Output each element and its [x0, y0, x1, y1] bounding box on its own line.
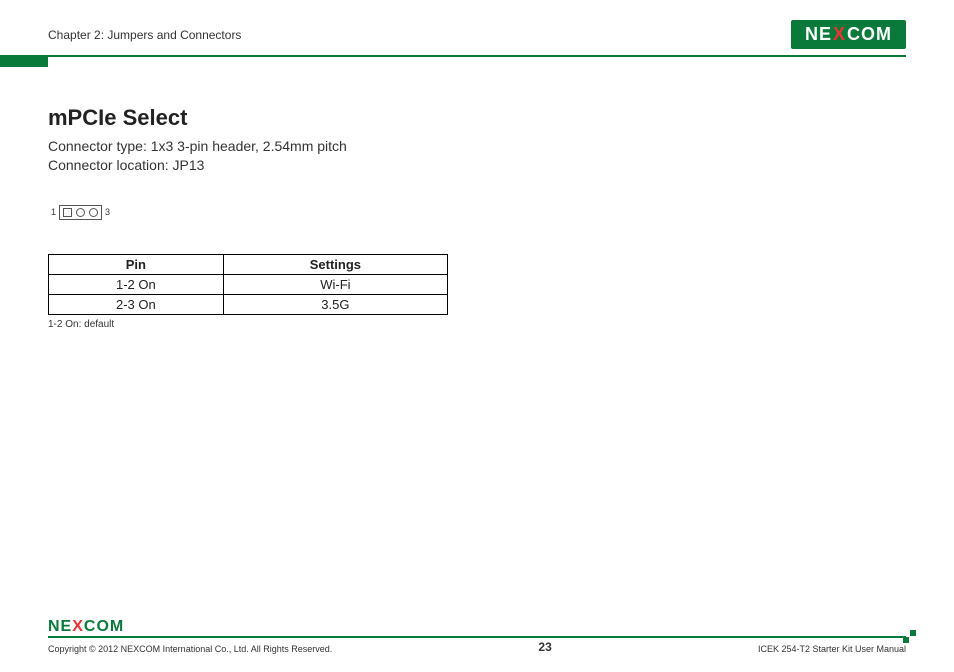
brand-text-pre: NE	[48, 618, 72, 636]
jumper-diagram: 1 3	[48, 205, 113, 220]
footer-rule	[48, 636, 906, 638]
jumper-pin3-icon	[89, 208, 98, 217]
footer-brand-logo: NEXCOM	[48, 618, 124, 636]
jumper-pin-left-label: 1	[51, 207, 56, 217]
jumper-pin1-icon	[63, 208, 72, 217]
header-rule	[48, 55, 906, 57]
brand-text-pre: NE	[805, 24, 832, 45]
cell-setting: 3.5G	[223, 295, 447, 315]
brand-text-post: COM	[84, 618, 124, 636]
brand-text-post: COM	[847, 24, 892, 45]
section-title: mPCIe Select	[48, 105, 906, 131]
table-row: 1-2 On Wi-Fi	[49, 275, 448, 295]
table-header-row: Pin Settings	[49, 255, 448, 275]
brand-text-x: X	[72, 618, 84, 636]
settings-table: Pin Settings 1-2 On Wi-Fi 2-3 On 3.5G	[48, 254, 448, 315]
connector-type: Connector type: 1x3 3-pin header, 2.54mm…	[48, 137, 906, 156]
connector-location: Connector location: JP13	[48, 156, 906, 175]
cell-pin: 2-3 On	[49, 295, 224, 315]
jumper-pin-right-label: 3	[105, 207, 110, 217]
col-pin-header: Pin	[49, 255, 224, 275]
copyright-text: Copyright © 2012 NEXCOM International Co…	[48, 644, 332, 654]
header-rule-block	[0, 55, 48, 67]
page-number: 23	[538, 640, 551, 654]
cell-setting: Wi-Fi	[223, 275, 447, 295]
table-footnote: 1-2 On: default	[48, 319, 906, 330]
brand-logo: NEXCOM	[791, 20, 906, 49]
table-row: 2-3 On 3.5G	[49, 295, 448, 315]
cell-pin: 1-2 On	[49, 275, 224, 295]
brand-text-x: X	[832, 24, 847, 45]
chapter-title: Chapter 2: Jumpers and Connectors	[48, 28, 241, 42]
jumper-pin2-icon	[76, 208, 85, 217]
footer-mark-icon	[903, 630, 916, 643]
col-settings-header: Settings	[223, 255, 447, 275]
jumper-body	[59, 205, 102, 220]
manual-title: ICEK 254-T2 Starter Kit User Manual	[758, 644, 906, 654]
